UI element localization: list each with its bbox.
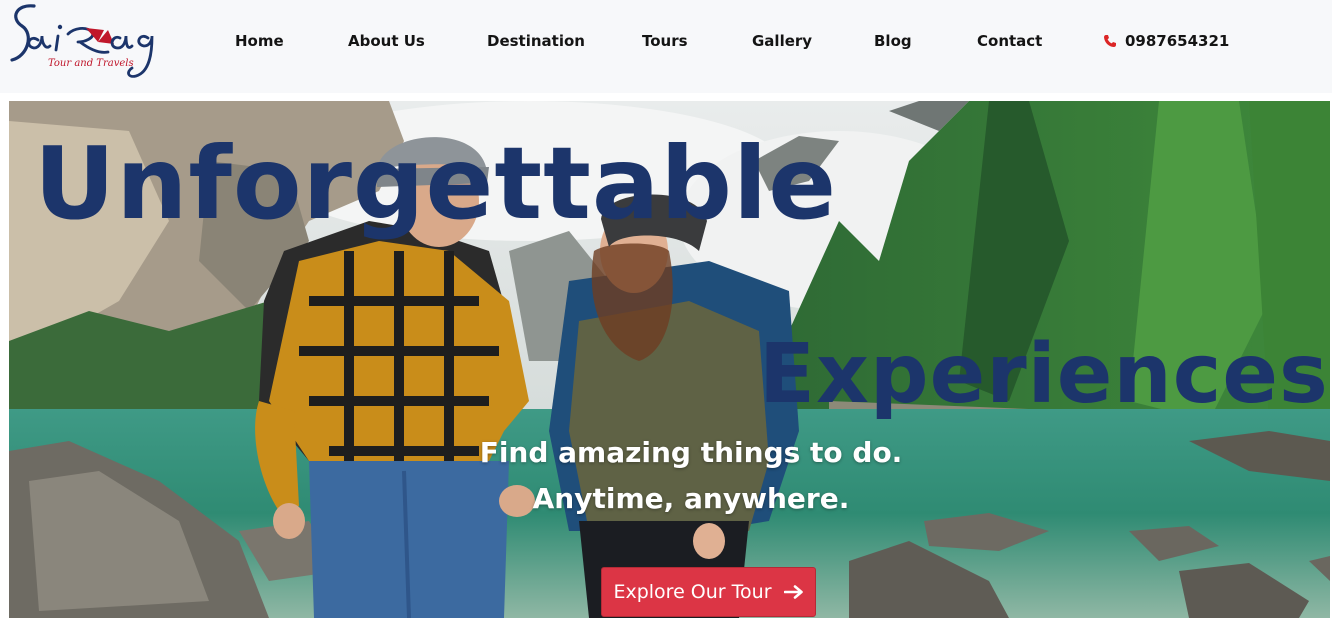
nav-home[interactable]: Home — [235, 28, 284, 54]
nav-about-us[interactable]: About Us — [348, 28, 425, 54]
arrow-right-icon — [783, 585, 803, 599]
phone-number: 0987654321 — [1125, 32, 1230, 50]
nav-tours[interactable]: Tours — [642, 28, 688, 54]
nav-destination[interactable]: Destination — [487, 28, 585, 54]
nav-gallery[interactable]: Gallery — [752, 28, 812, 54]
nav-blog[interactable]: Blog — [874, 28, 912, 54]
brand-subtitle: Tour and Travels — [48, 58, 134, 69]
site-header: Tour and Travels Home About Us Destinati… — [0, 0, 1332, 93]
nav-contact[interactable]: Contact — [977, 28, 1042, 54]
hero-headline-line-1: Unforgettable — [34, 125, 838, 242]
hero-headline-line-2: Experiences — [759, 327, 1329, 422]
main-nav: Home About Us Destination Tours Gallery … — [0, 28, 1332, 54]
nav-phone-link[interactable]: 0987654321 — [1103, 28, 1229, 54]
hero-tagline-line-1: Find amazing things to do. — [479, 436, 903, 469]
explore-tour-button[interactable]: Explore Our Tour — [601, 567, 816, 617]
explore-tour-label: Explore Our Tour — [613, 581, 772, 603]
phone-icon — [1104, 35, 1116, 47]
hero-banner: Unforgettable Experiences Find amazing t… — [9, 101, 1330, 618]
hero-tagline-line-2: Anytime, anywhere. — [532, 482, 850, 515]
